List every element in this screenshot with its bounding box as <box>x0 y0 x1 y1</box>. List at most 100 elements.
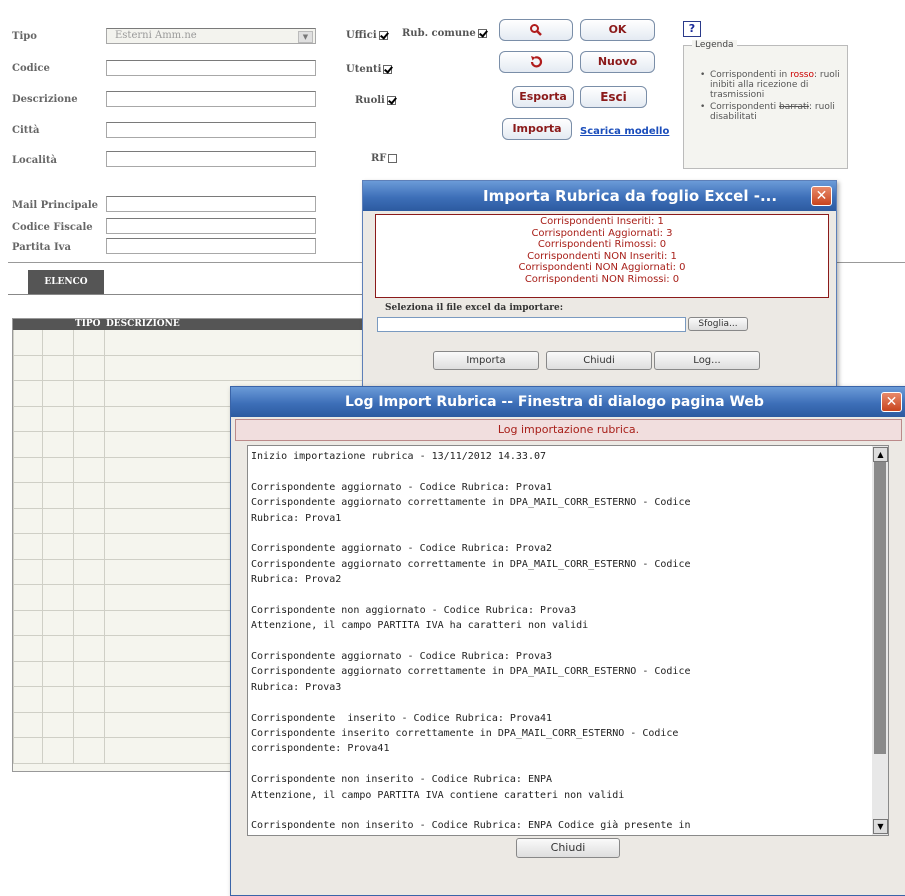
dialog-log-button[interactable]: Log... <box>654 351 760 370</box>
partita-iva-input[interactable] <box>106 238 316 254</box>
table-cell-divider <box>13 559 14 584</box>
rub-comune-label: Rub. comune <box>402 28 476 39</box>
table-cell-divider <box>13 381 14 406</box>
codice-label: Codice <box>12 63 50 74</box>
table-row[interactable] <box>13 330 365 356</box>
table-cell-divider <box>42 661 43 686</box>
table-cell-divider <box>73 457 74 482</box>
tab-elenco[interactable]: ELENCO <box>28 270 104 294</box>
descrizione-label: Descrizione <box>12 94 78 105</box>
table-cell-divider <box>13 534 14 559</box>
rf-filter[interactable]: RF <box>371 153 398 164</box>
scroll-up-icon[interactable]: ▲ <box>873 447 888 462</box>
utenti-filter[interactable]: Utenti <box>346 64 393 75</box>
table-cell-divider <box>42 432 43 457</box>
ok-button[interactable]: OK <box>580 19 655 41</box>
import-result-line: Corrispondenti NON Inseriti: 1 <box>527 250 677 262</box>
codice-input[interactable] <box>106 60 316 76</box>
file-path-input[interactable] <box>377 317 686 332</box>
scrollbar-thumb[interactable] <box>874 462 886 754</box>
dialog-importa-button[interactable]: Importa <box>433 351 539 370</box>
table-cell-divider <box>42 534 43 559</box>
log-line: Corrispondente inserito - Codice Rubrica… <box>251 712 553 724</box>
utenti-checkbox[interactable] <box>383 65 393 74</box>
scarica-modello-link[interactable]: Scarica modello <box>580 126 669 137</box>
log-line: Corrispondente aggiornato correttamente … <box>251 666 691 678</box>
uffici-filter[interactable]: Uffici <box>346 30 388 41</box>
table-row[interactable] <box>13 355 365 381</box>
log-line: Corrispondente aggiornato correttamente … <box>251 558 691 570</box>
import-result-line: Corrispondenti NON Aggiornati: 0 <box>518 262 686 273</box>
table-cell-divider <box>42 406 43 431</box>
localita-input[interactable] <box>106 151 316 167</box>
rf-checkbox[interactable] <box>388 154 398 163</box>
ruoli-filter[interactable]: Ruoli <box>355 95 396 106</box>
descrizione-input[interactable] <box>106 91 316 107</box>
table-cell-divider <box>104 610 105 635</box>
table-cell-divider <box>73 534 74 559</box>
legend-box: Legenda • Corrispondenti in rosso: ruoli… <box>683 40 848 169</box>
table-cell-divider <box>13 457 14 482</box>
log-line: Corrispondente inserito correttamente in… <box>251 728 679 740</box>
citta-input[interactable] <box>106 122 316 138</box>
ruoli-label: Ruoli <box>355 95 385 106</box>
close-icon[interactable]: ✕ <box>881 392 902 412</box>
log-dialog: Log Import Rubrica -- Finestra di dialog… <box>230 386 905 896</box>
col-tipo-header: TIPO <box>75 319 101 329</box>
esporta-button[interactable]: Esporta <box>512 86 574 108</box>
reset-button[interactable] <box>499 51 573 73</box>
table-header: TIPO DESCRIZIONE <box>13 319 365 330</box>
log-line: corrispondente: Prova41 <box>251 743 390 755</box>
table-cell-divider <box>104 687 105 712</box>
table-cell-divider <box>73 712 74 737</box>
log-dialog-titlebar: Log Import Rubrica -- Finestra di dialog… <box>231 387 905 417</box>
dialog-chiudi-button[interactable]: Chiudi <box>546 351 652 370</box>
table-cell-divider <box>42 585 43 610</box>
table-cell-divider <box>104 483 105 508</box>
table-cell-divider <box>104 457 105 482</box>
search-button[interactable] <box>499 19 573 41</box>
ruoli-checkbox[interactable] <box>386 96 396 105</box>
legend-list: • Corrispondenti in rosso: ruoli inibiti… <box>692 70 842 122</box>
log-chiudi-button[interactable]: Chiudi <box>516 838 620 858</box>
log-line: Corrispondente aggiornato - Codice Rubri… <box>251 481 553 493</box>
esci-button[interactable]: Esci <box>580 86 647 108</box>
scroll-down-icon[interactable]: ▼ <box>873 819 888 834</box>
nuovo-button[interactable]: Nuovo <box>580 51 655 73</box>
import-dialog-title: Importa Rubrica da foglio Excel -... <box>483 187 778 205</box>
table-cell-divider <box>42 687 43 712</box>
table-cell-divider <box>13 406 14 431</box>
codice-fiscale-input[interactable] <box>106 218 316 234</box>
table-cell-divider <box>42 355 43 380</box>
log-header: Log importazione rubrica. <box>235 419 902 441</box>
log-line: Rubrica: Prova2 <box>251 574 342 586</box>
legend-title: Legenda <box>692 40 737 50</box>
close-icon[interactable]: ✕ <box>811 186 832 206</box>
tab-underline <box>8 294 363 295</box>
import-result-line: Corrispondenti Rimossi: 0 <box>537 239 667 250</box>
citta-label: Città <box>12 125 40 136</box>
chevron-down-icon[interactable]: ▼ <box>298 31 313 43</box>
tipo-select[interactable]: Esterni Amm.ne ▼ <box>106 28 316 44</box>
table-cell-divider <box>13 483 14 508</box>
rub-comune-checkbox[interactable] <box>477 29 487 38</box>
partita-iva-label: Partita Iva <box>12 242 71 253</box>
log-textarea[interactable]: Inizio importazione rubrica - 13/11/2012… <box>247 445 889 836</box>
log-line: Inizio importazione rubrica - 13/11/2012… <box>251 451 547 462</box>
importa-button[interactable]: Importa <box>502 118 572 140</box>
table-cell-divider <box>42 712 43 737</box>
table-cell-divider <box>13 610 14 635</box>
uffici-checkbox[interactable] <box>378 31 388 40</box>
table-cell-divider <box>13 585 14 610</box>
rub-comune-filter[interactable]: Rub. comune <box>402 28 487 39</box>
table-cell-divider <box>42 483 43 508</box>
table-cell-divider <box>73 585 74 610</box>
help-icon[interactable]: ? <box>683 21 701 37</box>
table-cell-divider <box>42 636 43 661</box>
mail-input[interactable] <box>106 196 316 212</box>
sfoglia-button[interactable]: Sfoglia... <box>688 317 748 331</box>
table-cell-divider <box>13 355 14 380</box>
log-scrollbar[interactable]: ▲ ▼ <box>872 446 888 835</box>
legend-item1-red: rosso <box>790 70 814 80</box>
